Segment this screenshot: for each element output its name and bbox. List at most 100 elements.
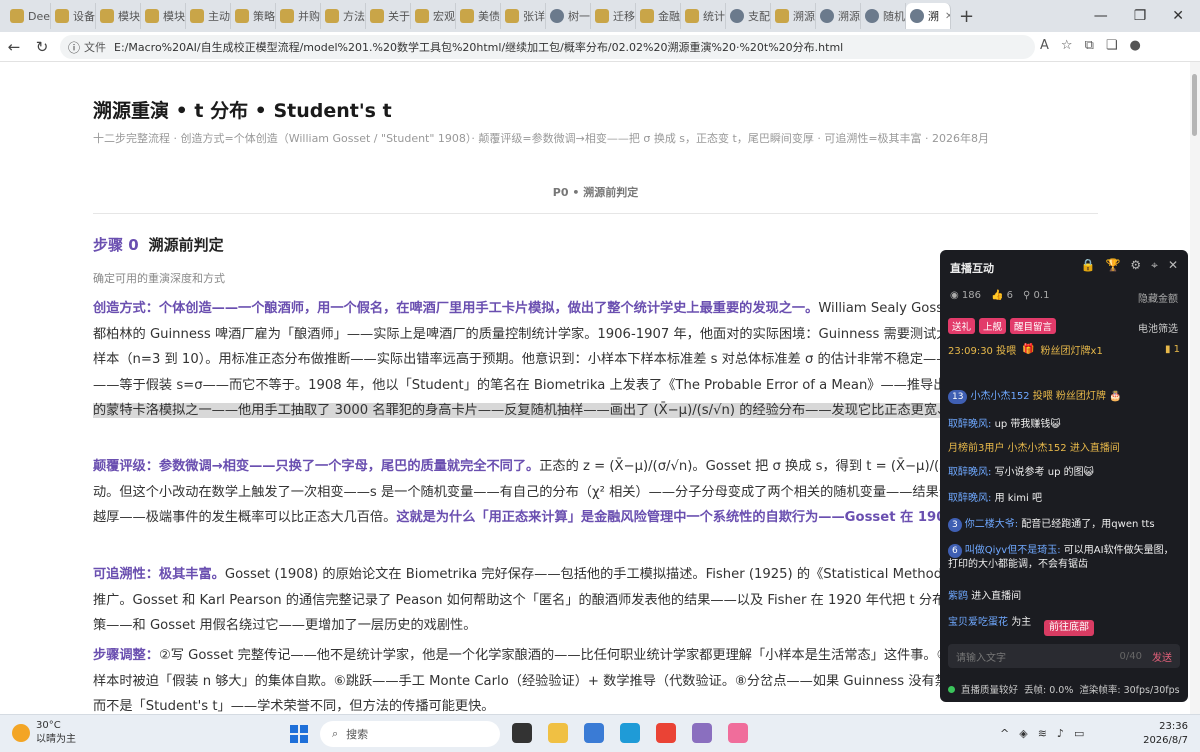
- status-dot-icon: [948, 685, 955, 693]
- battery-tray-icon[interactable]: ▭: [1074, 727, 1084, 740]
- browser-tab[interactable]: 迁移: [591, 3, 636, 29]
- browser-tab[interactable]: 并购: [276, 3, 321, 29]
- read-aloud-icon[interactable]: A: [1040, 38, 1049, 53]
- browser-tab[interactable]: 溯源: [816, 3, 861, 29]
- tab-label: Deep: [28, 9, 51, 23]
- edge-icon[interactable]: [620, 723, 640, 743]
- lock-icon[interactable]: 🔒: [1081, 258, 1096, 273]
- chat-user[interactable]: 取醉晚风:: [948, 493, 991, 504]
- scrollbar-thumb[interactable]: [1192, 74, 1197, 136]
- file-explorer-icon[interactable]: [548, 723, 568, 743]
- clock[interactable]: 23:36 2026/8/7: [1143, 720, 1188, 748]
- scrollbar[interactable]: [1190, 62, 1200, 714]
- url-field[interactable]: ⓘ 文件 E:/Macro%20AI/自生成校正模型流程/model%201.%…: [60, 35, 1035, 59]
- bilibili-icon[interactable]: [728, 723, 748, 743]
- browser-tab[interactable]: 美债: [456, 3, 501, 29]
- tab-label: 张详: [523, 10, 545, 23]
- browser-tab[interactable]: 溯✕: [906, 3, 951, 29]
- filter-tag[interactable]: 醒目留言: [1010, 318, 1057, 334]
- browser-tab[interactable]: 张详: [501, 3, 546, 29]
- minimize-icon[interactable]: —: [1094, 8, 1108, 24]
- chat-user[interactable]: 取醉晚风:: [948, 419, 991, 430]
- tab-label: 溯源: [793, 10, 815, 23]
- close-icon[interactable]: ✕: [1172, 8, 1184, 24]
- chat-user[interactable]: 紫鸥: [948, 591, 968, 602]
- browser-tab[interactable]: 关于: [366, 3, 411, 29]
- new-tab-button[interactable]: +: [959, 6, 974, 27]
- chat-user[interactable]: 宝贝爱吃蛋花: [948, 617, 1008, 628]
- browser-tab[interactable]: 金融: [636, 3, 681, 29]
- store-icon[interactable]: [584, 723, 604, 743]
- maximize-icon[interactable]: ❐: [1134, 8, 1147, 24]
- hide-amount-toggle[interactable]: 隐藏金额: [1138, 290, 1178, 305]
- chat-input-placeholder: 请输入文字: [956, 652, 1006, 664]
- chat-user[interactable]: 你二楼大爷:: [965, 519, 1018, 530]
- trophy-icon[interactable]: 🏆: [1105, 258, 1120, 273]
- chat-user[interactable]: 叫做Qiyv但不是琦玉:: [965, 545, 1061, 556]
- close-tab-icon[interactable]: ✕: [945, 11, 950, 22]
- reload-icon[interactable]: ↻: [28, 38, 56, 56]
- extensions-icon[interactable]: ⧉: [1085, 38, 1094, 53]
- info-icon[interactable]: ⓘ: [68, 39, 80, 56]
- chrome-icon[interactable]: [656, 723, 676, 743]
- quality-text: 直播质量较好: [961, 685, 1019, 696]
- battery-icon: ▮: [1164, 344, 1174, 355]
- filter-button[interactable]: 电池筛选: [1138, 320, 1178, 335]
- browser-tab[interactable]: 支配: [726, 3, 771, 29]
- search-label: 搜索: [346, 728, 369, 741]
- doc-icon: [415, 9, 429, 23]
- taskbar-apps: [512, 723, 748, 743]
- browser-tab[interactable]: 模块: [96, 3, 141, 29]
- browser-tab[interactable]: Deep: [6, 3, 51, 29]
- step-title: 溯源前判定: [148, 236, 224, 254]
- adjust-key: 步骤调整：: [93, 648, 159, 663]
- favorite-star-icon[interactable]: ☆: [1061, 38, 1073, 53]
- terminal-icon[interactable]: [512, 723, 532, 743]
- close-panel-icon[interactable]: ✕: [1168, 258, 1178, 273]
- browser-tab[interactable]: 方法: [321, 3, 366, 29]
- chat-user[interactable]: 取醉晚风:: [948, 467, 991, 478]
- chat-input[interactable]: 请输入文字 0/40 发送: [948, 644, 1180, 668]
- chat-text: 用 kimi 吧: [994, 493, 1043, 504]
- doc-icon: [190, 9, 204, 23]
- volume-icon[interactable]: ♪: [1057, 727, 1064, 740]
- browser-tab[interactable]: 宏观: [411, 3, 456, 29]
- live-chat-panel: 直播互动 🔒 🏆 ⚙ ⌖ ✕ ◉ 186 👍 6 ⚲ 0.1 隐藏金额 送礼 上舰…: [940, 250, 1188, 702]
- browser-tab[interactable]: 主动: [186, 3, 231, 29]
- doc-icon: [775, 9, 789, 23]
- tab-label: 宏观: [433, 10, 455, 23]
- chat-text: 为主: [1011, 617, 1032, 628]
- pin-icon[interactable]: ⌖: [1151, 258, 1158, 273]
- doc-icon: [235, 9, 249, 23]
- browser-tab[interactable]: 随机: [861, 3, 906, 29]
- taskbar-search[interactable]: ⌕ 搜索: [320, 721, 500, 747]
- taskbar: 30°C 以晴为主 ⌕ 搜索 ^ ◈ ≋ ♪ ▭ 23:36 2026/8/7: [0, 714, 1200, 752]
- profile-icon[interactable]: ●: [1130, 38, 1141, 53]
- browser-tab[interactable]: 统计: [681, 3, 726, 29]
- chat-user[interactable]: 小杰小杰152: [970, 391, 1029, 402]
- windows-start-icon[interactable]: [290, 725, 308, 743]
- goto-bottom-button[interactable]: 前往底部: [1044, 620, 1094, 636]
- collections-icon[interactable]: ❏: [1106, 38, 1118, 53]
- filter-tag[interactable]: 上舰: [979, 318, 1007, 334]
- browser-tab[interactable]: 策略: [231, 3, 276, 29]
- app-icon[interactable]: [692, 723, 712, 743]
- browser-tab[interactable]: 设备: [51, 3, 96, 29]
- wifi-icon[interactable]: ≋: [1038, 727, 1047, 740]
- sun-icon: [12, 724, 30, 742]
- chevron-up-icon[interactable]: ^: [1000, 727, 1009, 740]
- weather-widget[interactable]: 30°C 以晴为主: [12, 719, 76, 747]
- file-label: 文件: [84, 41, 107, 54]
- chat-user[interactable]: 月榜前3用户 小杰小杰152: [948, 443, 1067, 454]
- back-arrow-icon[interactable]: ←: [0, 38, 28, 56]
- browser-tab[interactable]: 模块: [141, 3, 186, 29]
- filter-tag[interactable]: 送礼: [948, 318, 976, 334]
- shield-icon[interactable]: ◈: [1019, 727, 1027, 740]
- viewers-stat: ◉ 186: [950, 290, 981, 301]
- page-title: 溯源重演 • t 分布 • Student's t: [93, 100, 392, 122]
- browser-tab[interactable]: 溯源: [771, 3, 816, 29]
- step-number: 步骤 0: [93, 236, 139, 254]
- browser-tab[interactable]: 树一: [546, 3, 591, 29]
- settings-icon[interactable]: ⚙: [1130, 258, 1141, 273]
- send-button[interactable]: 发送: [1152, 649, 1172, 664]
